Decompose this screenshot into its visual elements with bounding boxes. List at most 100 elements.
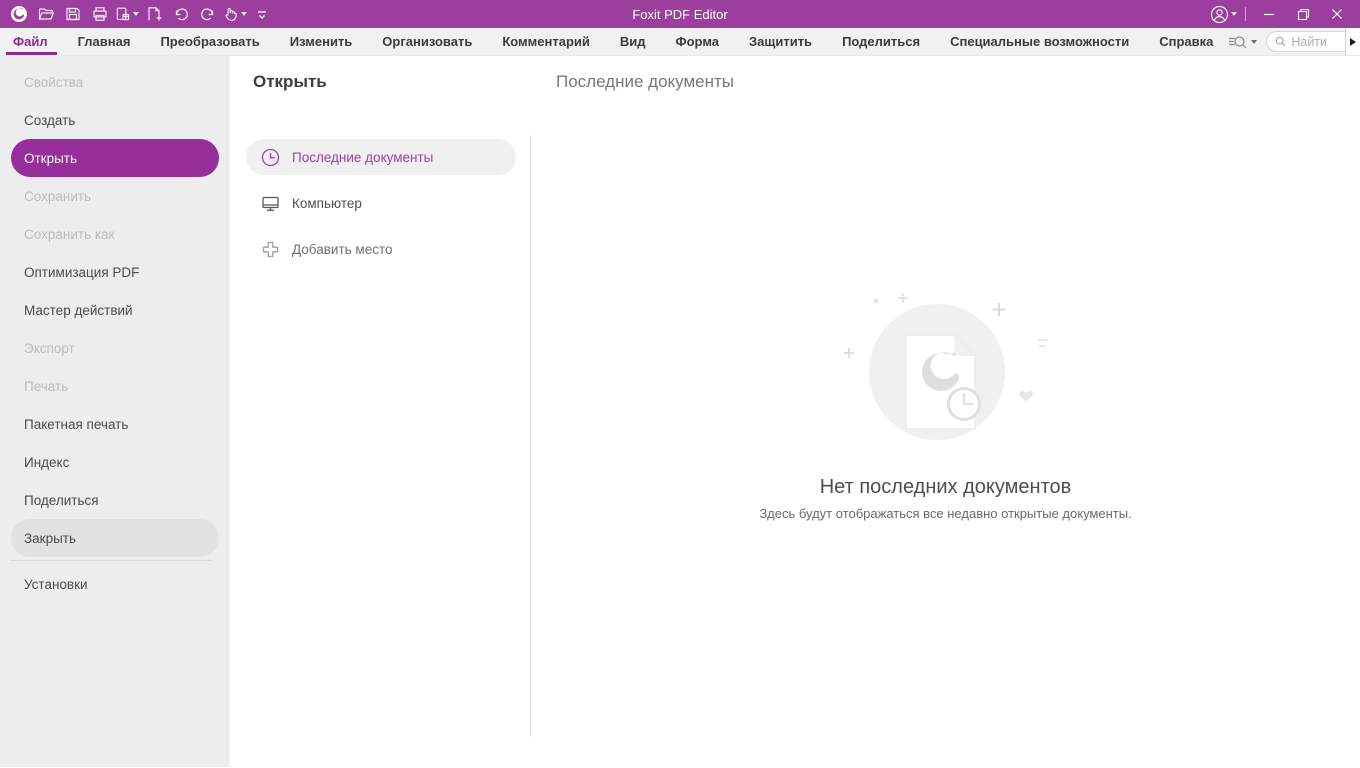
sparkle-lines [1037, 340, 1048, 346]
tab-share[interactable]: Поделиться [827, 28, 935, 55]
place-recent-documents[interactable]: Последние документы [246, 139, 516, 175]
sidebar-item-close[interactable]: Закрыть [11, 519, 219, 557]
add-place-icon [261, 240, 280, 259]
empty-state-subtitle: Здесь будут отображаться все недавно отк… [531, 506, 1360, 521]
sidebar-item-label: Открыть [24, 151, 77, 166]
tab-view[interactable]: Вид [605, 28, 661, 55]
place-computer[interactable]: Компьютер [246, 185, 516, 221]
sidebar-item-batch-print[interactable]: Пакетная печать [11, 405, 219, 443]
sidebar-item-optimize-pdf[interactable]: Оптимизация PDF [11, 253, 219, 291]
create-new-icon[interactable] [141, 2, 166, 26]
sparkle-plus [898, 293, 908, 303]
sidebar-item-create[interactable]: Создать [11, 101, 219, 139]
tab-help-label: Справка [1159, 34, 1213, 49]
tab-file[interactable]: Файл [0, 28, 63, 55]
sidebar-item-preferences[interactable]: Установки [11, 565, 219, 603]
recent-documents-title: Последние документы [556, 72, 734, 92]
expand-ribbon-icon [1350, 38, 1356, 46]
sidebar-item-action-wizard[interactable]: Мастер действий [11, 291, 219, 329]
sidebar-item-label: Сохранить [24, 189, 91, 204]
sidebar-item-label: Свойства [24, 75, 83, 90]
sidebar-separator [10, 560, 212, 561]
hand-tool-dropdown-caret[interactable] [241, 12, 247, 16]
titlebar-separator [1245, 7, 1246, 21]
tab-edit-label: Изменить [290, 34, 353, 49]
sidebar-item-label: Экспорт [24, 341, 75, 356]
tab-protect-label: Защитить [749, 34, 812, 49]
sparkle-heart [1019, 391, 1033, 402]
undo-icon[interactable] [168, 2, 193, 26]
tab-home-label: Главная [78, 34, 131, 49]
sidebar-item-label: Печать [24, 379, 68, 394]
sidebar-item-label: Закрыть [24, 531, 76, 546]
email-convert-icon[interactable] [114, 2, 139, 26]
tab-share-label: Поделиться [842, 34, 920, 49]
sidebar-item-label: Сохранить как [24, 227, 114, 242]
tab-accessibility[interactable]: Специальные возможности [935, 28, 1144, 55]
tab-convert[interactable]: Преобразовать [145, 28, 274, 55]
restore-button[interactable] [1286, 2, 1320, 26]
account-icon[interactable] [1208, 2, 1239, 26]
sidebar-item-share[interactable]: Поделиться [11, 481, 219, 519]
place-label: Добавить место [292, 242, 393, 257]
titlebar: Foxit PDF Editor [0, 0, 1360, 28]
sparkle-plus [844, 348, 854, 358]
sidebar-item-label: Пакетная печать [24, 417, 128, 432]
recent-documents-panel: Последние документы Нет последних докуме… [531, 56, 1360, 767]
expand-ribbon-button[interactable] [1345, 28, 1360, 55]
advanced-search-button[interactable] [1228, 34, 1257, 50]
open-icon[interactable] [33, 2, 58, 26]
sidebar-item-label: Индекс [24, 455, 69, 470]
sidebar-item-properties: Свойства [11, 63, 219, 101]
tab-organize-label: Организовать [382, 34, 472, 49]
open-panel: Открыть Последние документы Компьютер До… [230, 56, 531, 767]
customize-quick-access-icon[interactable] [249, 2, 274, 26]
minimize-button[interactable] [1252, 2, 1286, 26]
sidebar-item-label: Поделиться [24, 493, 99, 508]
sidebar-item-save: Сохранить [11, 177, 219, 215]
tab-convert-label: Преобразовать [160, 34, 259, 49]
account-dropdown-caret[interactable] [1231, 12, 1237, 16]
sidebar-item-export: Экспорт [11, 329, 219, 367]
open-panel-title: Открыть [253, 72, 327, 92]
tab-organize[interactable]: Организовать [367, 28, 487, 55]
save-icon[interactable] [60, 2, 85, 26]
tab-form[interactable]: Форма [661, 28, 734, 55]
foxit-logo-icon [6, 2, 31, 26]
redo-icon[interactable] [195, 2, 220, 26]
tab-help[interactable]: Справка [1144, 28, 1228, 55]
advanced-search-caret[interactable] [1251, 40, 1257, 44]
tab-accessibility-label: Специальные возможности [950, 34, 1129, 49]
backstage-content: Свойства Создать Открыть Сохранить Сохра… [0, 56, 1360, 767]
close-button[interactable] [1320, 2, 1354, 26]
sidebar-item-print: Печать [11, 367, 219, 405]
email-convert-dropdown-caret[interactable] [133, 12, 139, 16]
file-menu-sidebar: Свойства Создать Открыть Сохранить Сохра… [0, 56, 230, 767]
place-label: Компьютер [292, 196, 362, 211]
sidebar-item-label: Оптимизация PDF [24, 265, 139, 280]
sparkle-dot [874, 299, 879, 304]
sidebar-item-label: Мастер действий [24, 303, 133, 318]
sidebar-item-index[interactable]: Индекс [11, 443, 219, 481]
tab-protect[interactable]: Защитить [734, 28, 827, 55]
empty-state-illustration [831, 292, 1091, 482]
tab-comment[interactable]: Комментарий [487, 28, 605, 55]
tab-view-label: Вид [620, 34, 646, 49]
print-icon[interactable] [87, 2, 112, 26]
empty-state-title: Нет последних документов [531, 476, 1360, 499]
clock-icon [261, 148, 280, 167]
hand-tool-icon[interactable] [222, 2, 247, 26]
advanced-search-icon [1228, 34, 1248, 50]
titlebar-controls [1208, 2, 1360, 26]
place-add-a-place[interactable]: Добавить место [246, 231, 516, 267]
tab-form-label: Форма [676, 34, 719, 49]
quick-access-toolbar [0, 2, 274, 26]
tab-edit[interactable]: Изменить [275, 28, 368, 55]
sidebar-item-open[interactable]: Открыть [11, 139, 219, 177]
sidebar-item-label: Установки [24, 577, 88, 592]
sidebar-item-save-as: Сохранить как [11, 215, 219, 253]
tab-file-label: Файл [13, 34, 48, 49]
tab-home[interactable]: Главная [63, 28, 146, 55]
search-icon [1275, 35, 1286, 48]
place-label: Последние документы [292, 150, 433, 165]
